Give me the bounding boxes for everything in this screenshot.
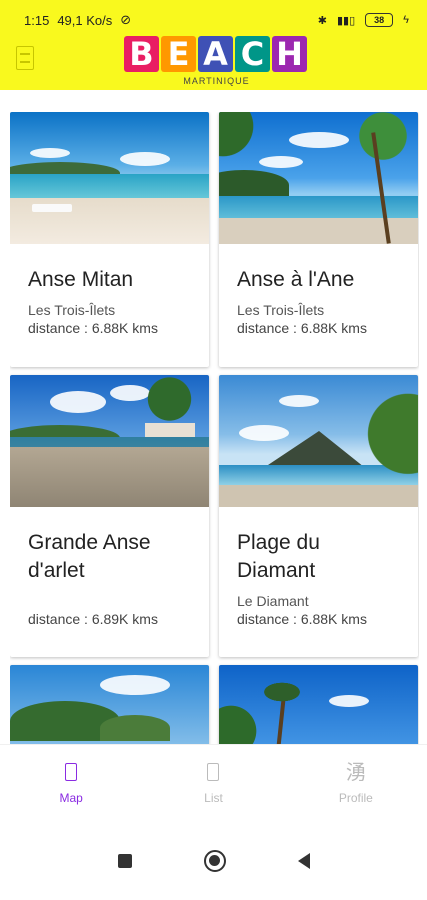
tab-profile-label: Profile (338, 791, 373, 805)
beach-town (28, 593, 191, 609)
beach-distance: distance : 6.88K kms (28, 320, 158, 336)
beach-grid: Anse Mitan Les Trois-Îlets distance : 6.… (10, 112, 419, 744)
mute-icon: ⊘ (120, 12, 132, 27)
beach-logo: BEACH MARTINIQUE (124, 35, 309, 88)
beach-photo (219, 112, 418, 244)
beach-photo (219, 665, 418, 744)
beach-photo (219, 375, 418, 507)
beach-photo (10, 112, 209, 244)
back-icon[interactable] (297, 853, 310, 869)
beach-name: Anse Mitan (28, 268, 134, 291)
beach-card[interactable]: Plage du Diamant Le Diamant distance : 6… (219, 375, 418, 657)
beach-town: Les Trois-Îlets (28, 302, 116, 318)
tab-profile[interactable]: 湧 Profile (285, 745, 427, 822)
beach-name: Anse à l'Ane (237, 268, 355, 291)
signal-icon: ▮▮▯ (337, 14, 356, 27)
status-network-speed: 49,1 Ko/s (57, 12, 113, 28)
logo-letter: E (161, 35, 196, 73)
beach-photo (10, 375, 209, 507)
battery-level: 38 (374, 15, 385, 25)
beach-town: Les Trois-Îlets (237, 302, 325, 318)
beach-distance: distance : 6.89K kms (28, 611, 158, 627)
beach-photo (10, 665, 209, 744)
map-icon (65, 763, 78, 781)
system-navigation-bar (0, 822, 427, 900)
beach-distance: distance : 6.88K kms (237, 320, 367, 336)
tab-list[interactable]: List (142, 745, 284, 822)
logo-letter: B (124, 35, 159, 73)
logo-letter: A (198, 35, 233, 73)
charging-icon: ϟ (403, 14, 409, 26)
menu-icon[interactable] (16, 46, 34, 70)
recent-apps-icon[interactable] (117, 854, 132, 868)
beach-name: Grande Anse d'arlet (28, 531, 151, 582)
home-icon[interactable] (203, 850, 226, 872)
beach-name: Plage du Diamant (237, 531, 320, 582)
status-bar: 1:15 49,1 Ko/s ⊘ ✱ ▮▮▯ 38 ϟ (0, 0, 427, 40)
beach-town: Le Diamant (237, 593, 309, 609)
tab-map[interactable]: Map (0, 745, 142, 822)
bluetooth-icon: ✱ (317, 14, 327, 27)
bottom-navigation: Map List 湧 Profile (0, 744, 427, 822)
logo-letter: C (235, 35, 270, 73)
profile-icon: 湧 (345, 762, 366, 784)
tab-map-label: Map (59, 791, 83, 805)
app-header: 1:15 49,1 Ko/s ⊘ ✱ ▮▮▯ 38 ϟ BEACH MARTIN… (0, 0, 427, 90)
beach-card[interactable] (219, 665, 418, 744)
beach-card[interactable]: Grande Anse d'arlet distance : 6.89K kms (10, 375, 209, 657)
logo-letter: H (272, 35, 307, 73)
status-time: 1:15 (24, 12, 50, 28)
logo-subtitle: MARTINIQUE (183, 76, 250, 86)
beach-card[interactable]: Anse à l'Ane Les Trois-Îlets distance : … (219, 112, 418, 367)
beach-distance: distance : 6.88K kms (237, 611, 367, 627)
tab-list-label: List (204, 791, 223, 805)
list-icon (207, 763, 220, 781)
beach-card[interactable] (10, 665, 209, 744)
beach-card[interactable]: Anse Mitan Les Trois-Îlets distance : 6.… (10, 112, 209, 367)
battery-icon: 38 (365, 13, 394, 27)
